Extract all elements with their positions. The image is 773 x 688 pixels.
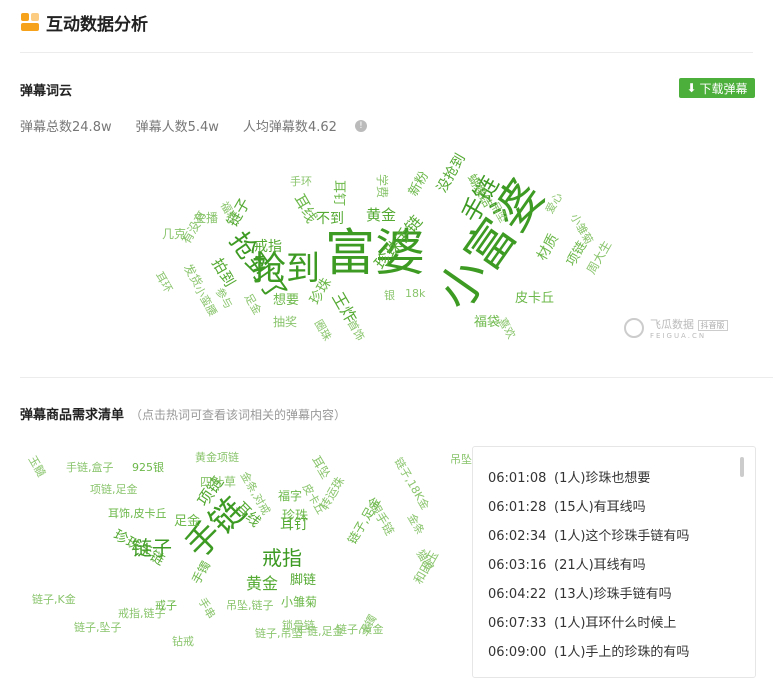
demand-hotword-word[interactable]: 小雏菊 bbox=[281, 596, 317, 608]
comment-text: (21人)耳线有吗 bbox=[554, 558, 646, 573]
demand-hotword-word[interactable]: 耳饰,皮卡丘 bbox=[108, 508, 167, 519]
demand-hotword-word[interactable]: 链子,吊坠 bbox=[255, 628, 303, 639]
demand-hotword-word[interactable]: 吊坠,链子 bbox=[226, 600, 274, 611]
demand-hotword-word[interactable]: 脚链 bbox=[290, 574, 316, 587]
danmu-cloud-word: 周大生 bbox=[584, 238, 615, 277]
danmu-cloud-word: 圈珠 bbox=[311, 317, 334, 344]
demand-hotword-word[interactable]: 戒子 bbox=[155, 600, 177, 611]
comment-scrollbar[interactable] bbox=[740, 457, 744, 477]
header-divider bbox=[20, 52, 753, 53]
danmu-cloud-word: 新粉 bbox=[406, 168, 433, 199]
demand-hotword-word[interactable]: 手串 bbox=[196, 596, 218, 622]
demand-hotword-word[interactable]: 吊坠 bbox=[450, 454, 472, 465]
comment-text: (13人)珍珠手链有吗 bbox=[554, 587, 672, 602]
demand-hotword-word[interactable]: 手链,盒子 bbox=[66, 462, 114, 473]
watermark-badge: 抖音版 bbox=[697, 320, 728, 331]
comment-row: 06:09:00 (1人)手上的珍珠的有吗 bbox=[488, 641, 689, 660]
danmu-cloud-word: 小雏菊 bbox=[567, 211, 596, 247]
demand-hotword-word[interactable]: 福字 bbox=[278, 490, 302, 502]
danmu-cloud-word: 爱心 bbox=[543, 190, 566, 216]
comment-row: 06:04:22 (13人)珍珠手链有吗 bbox=[488, 583, 672, 602]
danmu-cloud-word: 抽奖 bbox=[273, 315, 298, 329]
comment-row: 06:02:34 (1人)这个珍珠手链有吗 bbox=[488, 525, 689, 544]
comment-text: (1人)珍珠也想要 bbox=[554, 471, 651, 486]
download-icon: ⬇ bbox=[686, 81, 697, 95]
demand-hotword-word[interactable]: 黄金 bbox=[246, 576, 278, 592]
download-danmu-button[interactable]: ⬇ 下载弹幕 bbox=[679, 78, 755, 98]
comment-time: 06:01:28 bbox=[488, 500, 547, 515]
demand-hotword-word[interactable]: 珍珠 bbox=[282, 510, 308, 523]
comment-text: (15人)有耳线吗 bbox=[554, 500, 646, 515]
section-divider bbox=[20, 377, 773, 378]
comment-text: (1人)这个珍珠手链有吗 bbox=[554, 529, 690, 544]
download-label: 下载弹幕 bbox=[699, 81, 748, 96]
danmu-cloud-word: 银 bbox=[384, 289, 395, 302]
comment-time: 06:02:34 bbox=[488, 529, 547, 544]
danmu-cloud-word: 耳钉 bbox=[331, 180, 346, 207]
feigua-watermark: 飞瓜数据 抖音版 FEIGUA.CN bbox=[624, 316, 728, 340]
demand-hotword-word[interactable]: 链子,坠子 bbox=[74, 622, 122, 633]
demand-hotword-word[interactable]: 钻戒 bbox=[172, 636, 194, 647]
danmu-cloud-word: 首饰 bbox=[344, 317, 367, 344]
demand-hotword-word[interactable]: 925银 bbox=[132, 462, 164, 473]
danmu-stats: 弹幕总数24.8w 弹幕人数5.4w 人均弹幕数4.62 ! bbox=[20, 116, 367, 135]
comment-time: 06:03:16 bbox=[488, 558, 547, 573]
danmu-cloud-word: 学费 bbox=[375, 174, 389, 199]
danmu-cloud-word: 没抢到 bbox=[434, 151, 469, 196]
danmu-cloud-word: 皮卡丘 bbox=[515, 291, 555, 306]
comment-time: 06:04:22 bbox=[488, 587, 547, 602]
demand-hotword-word[interactable]: 链子,K金 bbox=[32, 594, 76, 605]
danmu-cloud-word: 喜欢 bbox=[495, 315, 518, 342]
demand-hotword-word[interactable]: 戒指 bbox=[262, 548, 302, 568]
info-icon[interactable]: ! bbox=[354, 119, 367, 132]
stat-total: 弹幕总数24.8w bbox=[20, 120, 112, 135]
demand-hotword-word[interactable]: 链子,18K金 bbox=[392, 456, 432, 512]
feigua-logo-icon bbox=[624, 318, 644, 338]
comment-time: 06:07:33 bbox=[488, 616, 547, 631]
demand-hotword-word[interactable]: 项链,足金 bbox=[90, 484, 138, 495]
danmu-cloud-word: 黄金 bbox=[366, 206, 397, 224]
comment-time: 06:01:08 bbox=[488, 471, 547, 486]
danmu-cloud-word: 耳环 bbox=[152, 269, 175, 296]
page-title: 互动数据分析 bbox=[46, 15, 148, 35]
demand-hotword-word[interactable]: 玉髓 bbox=[26, 454, 48, 480]
danmu-cloud-word: 想要 bbox=[273, 293, 300, 308]
demand-hotword-word[interactable]: 耳坠 bbox=[309, 454, 333, 482]
demand-hotword-word[interactable]: 足金 bbox=[174, 515, 200, 528]
comment-time: 06:09:00 bbox=[488, 645, 547, 660]
demand-hotword-word[interactable]: 金条 bbox=[405, 512, 427, 538]
demand-hint: （点击热词可查看该词相关的弹幕内容） bbox=[130, 408, 347, 422]
danmu-cloud-word: 不到 bbox=[316, 211, 344, 227]
danmu-cloud-word: 手环 bbox=[290, 175, 312, 188]
comment-row: 06:01:28 (15人)有耳线吗 bbox=[488, 496, 646, 515]
demand-title: 弹幕商品需求清单 （点击热词可查看该词相关的弹幕内容） bbox=[20, 408, 347, 423]
danmu-cloud-word: 材质 bbox=[534, 231, 562, 264]
danmu-comment-list[interactable]: 06:01:08 (1人)珍珠也想要 06:01:28 (15人)有耳线吗 06:02:… bbox=[472, 446, 756, 678]
comment-text: (1人)手上的珍珠的有吗 bbox=[554, 645, 690, 660]
stat-users: 弹幕人数5.4w bbox=[135, 120, 219, 135]
analytics-logo-icon bbox=[21, 13, 39, 31]
danmu-cloud-title: 弹幕词云 bbox=[20, 84, 73, 99]
stat-avg: 人均弹幕数4.62 bbox=[242, 120, 337, 135]
comment-text: (1人)耳环什么时候上 bbox=[554, 616, 677, 631]
comment-row: 06:01:08 (1人)珍珠也想要 bbox=[488, 467, 650, 486]
demand-hotword-word[interactable]: 四叶草 bbox=[200, 476, 236, 488]
demand-hotword-word[interactable]: 手镯 bbox=[189, 559, 213, 587]
watermark-sub: FEIGUA.CN bbox=[650, 332, 707, 340]
danmu-cloud-word: 18k bbox=[405, 287, 426, 300]
danmu-cloud-word: 耳线 bbox=[290, 191, 321, 226]
page-header: 互动数据分析 bbox=[0, 0, 773, 48]
comment-row: 06:07:33 (1人)耳环什么时候上 bbox=[488, 612, 676, 631]
danmu-cloud-word: 小蛮腰 bbox=[191, 283, 220, 319]
danmu-cloud-word: 戒指 bbox=[254, 239, 282, 255]
watermark-brand: 飞瓜数据 bbox=[650, 318, 694, 331]
demand-hotword-word[interactable]: 黄金项链 bbox=[195, 452, 239, 463]
comment-row: 06:03:16 (21人)耳线有吗 bbox=[488, 554, 646, 573]
